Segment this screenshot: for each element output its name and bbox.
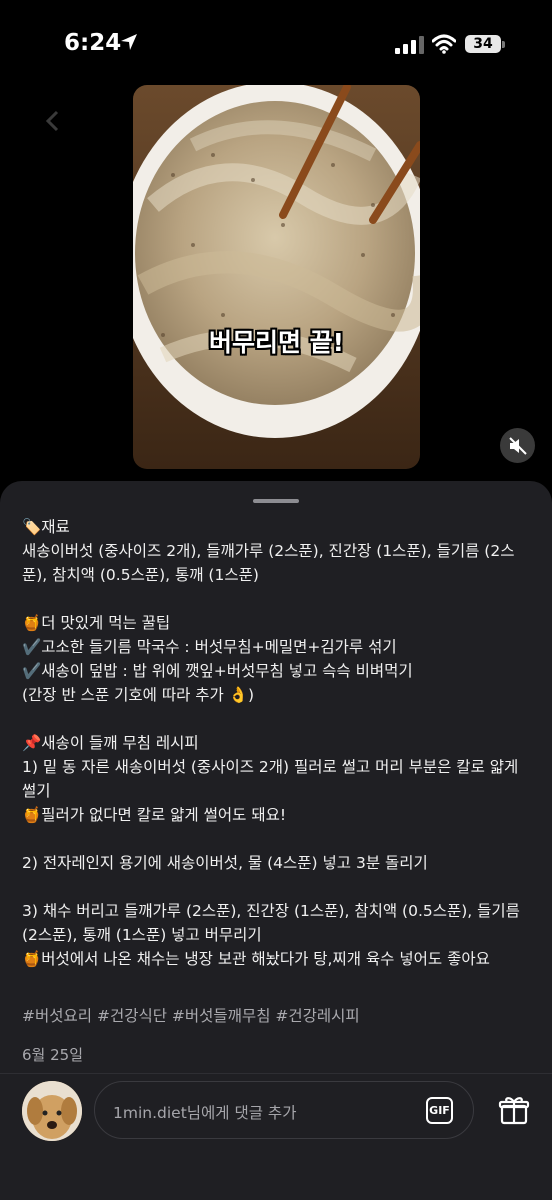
- video-frame: [133, 85, 420, 469]
- caption-line: ✔️고소한 들기름 막국수 : 버섯무침+메밀면+김가루 섞기: [22, 638, 397, 656]
- chevron-left-icon[interactable]: [44, 110, 60, 132]
- caption-gap: [22, 827, 534, 851]
- caption-line: 2) 전자레인지 용기에 새송이버섯, 물 (4스푼) 넣고 3분 돌리기: [22, 854, 428, 872]
- caption-sheet: 🏷️재료 새송이버섯 (중사이즈 2개), 들깨가루 (2스푼), 진간장 (1…: [0, 481, 552, 1200]
- gift-icon[interactable]: [498, 1094, 530, 1126]
- location-arrow-icon: [121, 34, 137, 50]
- cellular-signal-icon: [395, 36, 424, 54]
- caption-line: 🍯더 맛있게 먹는 꿀팁: [22, 614, 171, 632]
- battery-indicator: 34: [465, 35, 501, 53]
- caption-line: 🍯버섯에서 나온 채수는 냉장 보관 해놨다가 탕,찌개 육수 넣어도 좋아요: [22, 950, 490, 968]
- caption-line: 썰기: [22, 782, 51, 800]
- battery-cap: [502, 41, 505, 48]
- status-time: 6:24: [64, 30, 122, 56]
- comment-placeholder: 1min.diet님에게 댓글 추가: [113, 1104, 297, 1122]
- caption-line: 🏷️재료: [22, 518, 70, 536]
- caption-line: (2스푼), 통깨 (1스푼) 넣고 버무리기: [22, 926, 262, 944]
- sheet-handle[interactable]: [253, 499, 299, 503]
- caption-line: 푼), 참치액 (0.5스푼), 통깨 (1스푼): [22, 566, 259, 584]
- caption-line: 3) 채수 버리고 들깨가루 (2스푼), 진간장 (1스푼), 참치액 (0.…: [22, 902, 520, 920]
- mute-button[interactable]: [500, 428, 535, 463]
- caption-gap: [22, 587, 534, 611]
- caption-line: 🍯필러가 없다면 칼로 얇게 썰어도 돼요!: [22, 806, 287, 824]
- video-caption: 버무리면 끝!: [208, 328, 345, 357]
- caption-line: ✔️새송이 덮밥 : 밥 위에 깻잎+버섯무침 넣고 슥슥 비벼먹기: [22, 662, 413, 680]
- caption-line: (간장 반 스푼 기호에 따라 추가 👌): [22, 686, 255, 704]
- post-caption: 🏷️재료 새송이버섯 (중사이즈 2개), 들깨가루 (2스푼), 진간장 (1…: [22, 515, 534, 971]
- status-bar: 6:24 34: [0, 0, 552, 90]
- video-player[interactable]: 버무리면 끝!: [133, 85, 420, 469]
- caption-line: 새송이버섯 (중사이즈 2개), 들깨가루 (2스푼), 진간장 (1스푼), …: [22, 542, 515, 560]
- gif-button[interactable]: GIF: [426, 1097, 453, 1124]
- hashtags[interactable]: #버섯요리 #건강식단 #버섯들깨무침 #건강레시피: [22, 1004, 360, 1026]
- comment-input[interactable]: 1min.diet님에게 댓글 추가 GIF: [94, 1081, 474, 1139]
- caption-gap: [22, 707, 534, 731]
- caption-gap: [22, 875, 534, 899]
- avatar[interactable]: [22, 1081, 82, 1141]
- post-date: 6월 25일: [22, 1046, 83, 1064]
- wifi-icon: [432, 34, 456, 54]
- speaker-muted-icon: [508, 436, 527, 455]
- caption-line: 1) 밑 동 자른 새송이버섯 (중사이즈 2개) 필러로 썰고 머리 부분은 …: [22, 758, 519, 776]
- caption-line: 📌새송이 들깨 무침 레시피: [22, 734, 199, 752]
- dog-avatar-icon: [22, 1081, 82, 1141]
- divider: [0, 1073, 552, 1074]
